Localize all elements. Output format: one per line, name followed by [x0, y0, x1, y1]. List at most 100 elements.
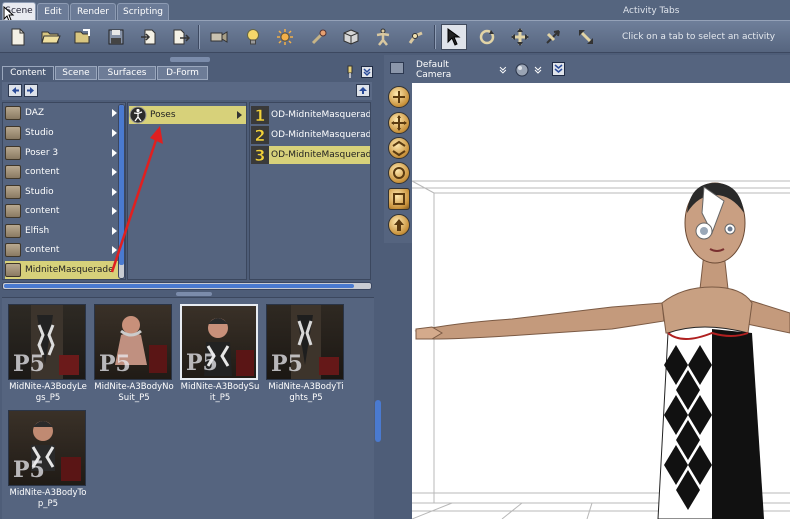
pin-icon[interactable] [345, 65, 355, 79]
primitive-button[interactable] [338, 24, 364, 50]
dolly-camera-control[interactable] [388, 137, 410, 159]
folder-icon [5, 204, 21, 218]
thumbnail-badge: P5 [13, 457, 45, 483]
arrow-up-icon [359, 87, 367, 94]
save-button[interactable] [103, 24, 129, 50]
folder-icon [5, 224, 21, 238]
forward-button[interactable] [24, 84, 38, 97]
thumbnail-label: MidNite-A3BodyTop_P5 [9, 488, 87, 509]
roll-camera-control[interactable] [388, 162, 410, 184]
chevron-down-icon [363, 68, 371, 77]
folder-icon [5, 106, 21, 120]
folder-label: Studio [25, 128, 54, 138]
folder-label: content [25, 206, 60, 216]
pointer-tool-button[interactable] [306, 24, 332, 50]
pose-file-label: OD-MidniteMasqueradeP [271, 130, 370, 140]
folder-label: content [25, 167, 60, 177]
folder-label: content [25, 245, 60, 255]
up-folder-button[interactable] [356, 84, 370, 97]
tab-scene-pane[interactable]: Scene [55, 66, 97, 80]
open-folder-icon [41, 31, 61, 44]
roll-icon [393, 167, 405, 179]
thumbnail-item[interactable]: P5 MidNite-A3BodyNoSuit_P5 [94, 304, 174, 404]
chevron-down-icon[interactable] [534, 66, 542, 74]
pane-resize-grip[interactable] [170, 57, 210, 62]
import-button[interactable] [136, 24, 162, 50]
camera-icon [210, 31, 228, 43]
folder-icon [5, 146, 21, 160]
joint-button[interactable] [403, 24, 429, 50]
arrow-right-icon [27, 87, 34, 94]
camera-select[interactable]: Default Camera [412, 60, 507, 80]
camera-button[interactable] [206, 24, 232, 50]
select-tool-button[interactable] [441, 24, 467, 50]
pan-camera-control[interactable] [388, 112, 410, 134]
shading-sphere-icon[interactable] [515, 63, 529, 77]
horizontal-scroll-thumb[interactable] [4, 284, 354, 288]
camera-select-value: Default Camera [416, 60, 452, 80]
tab-scripting[interactable]: Scripting [117, 3, 169, 20]
back-button[interactable] [8, 84, 22, 97]
export-icon [173, 29, 190, 45]
tab-render[interactable]: Render [70, 3, 116, 20]
annotation-arrow [110, 126, 163, 273]
figure-button[interactable] [370, 24, 396, 50]
thumbnail-item[interactable]: P5 MidNite-A3BodyLegs_P5 [8, 304, 88, 404]
pose-file-item-selected[interactable]: 3 OD-MidniteMasqueradeP [251, 146, 370, 164]
pose-file-item[interactable]: 1 OD-MidniteMasquerade-c [251, 106, 370, 124]
thumbnail-image: P5 [266, 304, 344, 380]
move-arrows-icon [511, 28, 529, 46]
new-file-icon [11, 28, 25, 46]
aim-camera-control[interactable] [388, 214, 410, 236]
pane-menu-button[interactable] [361, 66, 373, 78]
universal-tool-button[interactable] [540, 24, 566, 50]
tab-surfaces[interactable]: Surfaces [98, 66, 156, 80]
merge-button[interactable] [70, 24, 96, 50]
expand-arrow-icon [237, 111, 242, 119]
3d-viewport[interactable] [412, 83, 790, 519]
thumbnail-item-selected[interactable]: P5 MidNite-A3BodySuit_P5 [180, 304, 260, 404]
thumbnail-label: MidNite-A3BodyLegs_P5 [9, 382, 87, 403]
folder-label: Elfish [25, 226, 50, 236]
pane-collapse-handle[interactable] [375, 400, 381, 442]
thumbnail-badge: P5 [186, 350, 218, 376]
translate-tool-button[interactable] [507, 24, 533, 50]
thumbnail-item[interactable]: P5 MidNite-A3BodyTights_P5 [266, 304, 346, 404]
new-file-button[interactable] [5, 24, 31, 50]
viewport-options-icon[interactable] [390, 62, 404, 74]
activity-tab-bar: Scene Edit Render Scripting Activity Tab… [0, 0, 790, 22]
svg-text:3: 3 [254, 146, 265, 164]
frame-icon [393, 193, 405, 205]
tab-edit[interactable]: Edit [37, 3, 69, 20]
scale-tool-button[interactable] [573, 24, 599, 50]
toolbar-separator [434, 25, 436, 49]
universal-tool-icon [546, 30, 560, 44]
pose-file-column: 1 OD-MidniteMasquerade-c 2 OD-MidniteMas… [249, 102, 371, 280]
sun-light-icon [277, 29, 293, 45]
pan-arrows-icon [391, 115, 407, 131]
export-button[interactable] [168, 24, 194, 50]
scale-icon [578, 29, 593, 44]
folder-icon [5, 185, 21, 199]
expand-arrow-icon [112, 109, 117, 117]
thumbnail-label: MidNite-A3BodyTights_P5 [268, 382, 344, 403]
tab-d-form[interactable]: D-Form [157, 66, 208, 80]
viewport-menu-button[interactable] [552, 62, 565, 76]
thumbnail-badge: P5 [271, 351, 303, 377]
light-button[interactable] [240, 24, 266, 50]
frame-camera-control[interactable] [388, 188, 410, 210]
orbit-camera-control[interactable] [388, 86, 410, 108]
svg-text:2: 2 [254, 126, 265, 144]
spotlight-button[interactable] [272, 24, 298, 50]
chevron-down-icon [554, 64, 563, 73]
tab-content[interactable]: Content [2, 66, 54, 80]
thumbnail-image: P5 [94, 304, 172, 380]
rotate-tool-button[interactable] [474, 24, 500, 50]
folder-label: Studio [25, 187, 54, 197]
pose-file-item[interactable]: 2 OD-MidniteMasqueradeP [251, 126, 370, 144]
thumbnail-item[interactable]: P5 MidNite-A3BodyTop_P5 [8, 410, 88, 510]
open-file-button[interactable] [38, 24, 64, 50]
pose-file-label: OD-MidniteMasquerade-c [271, 110, 370, 120]
split-resize-grip[interactable] [176, 292, 212, 296]
rotate-icon [479, 29, 495, 45]
